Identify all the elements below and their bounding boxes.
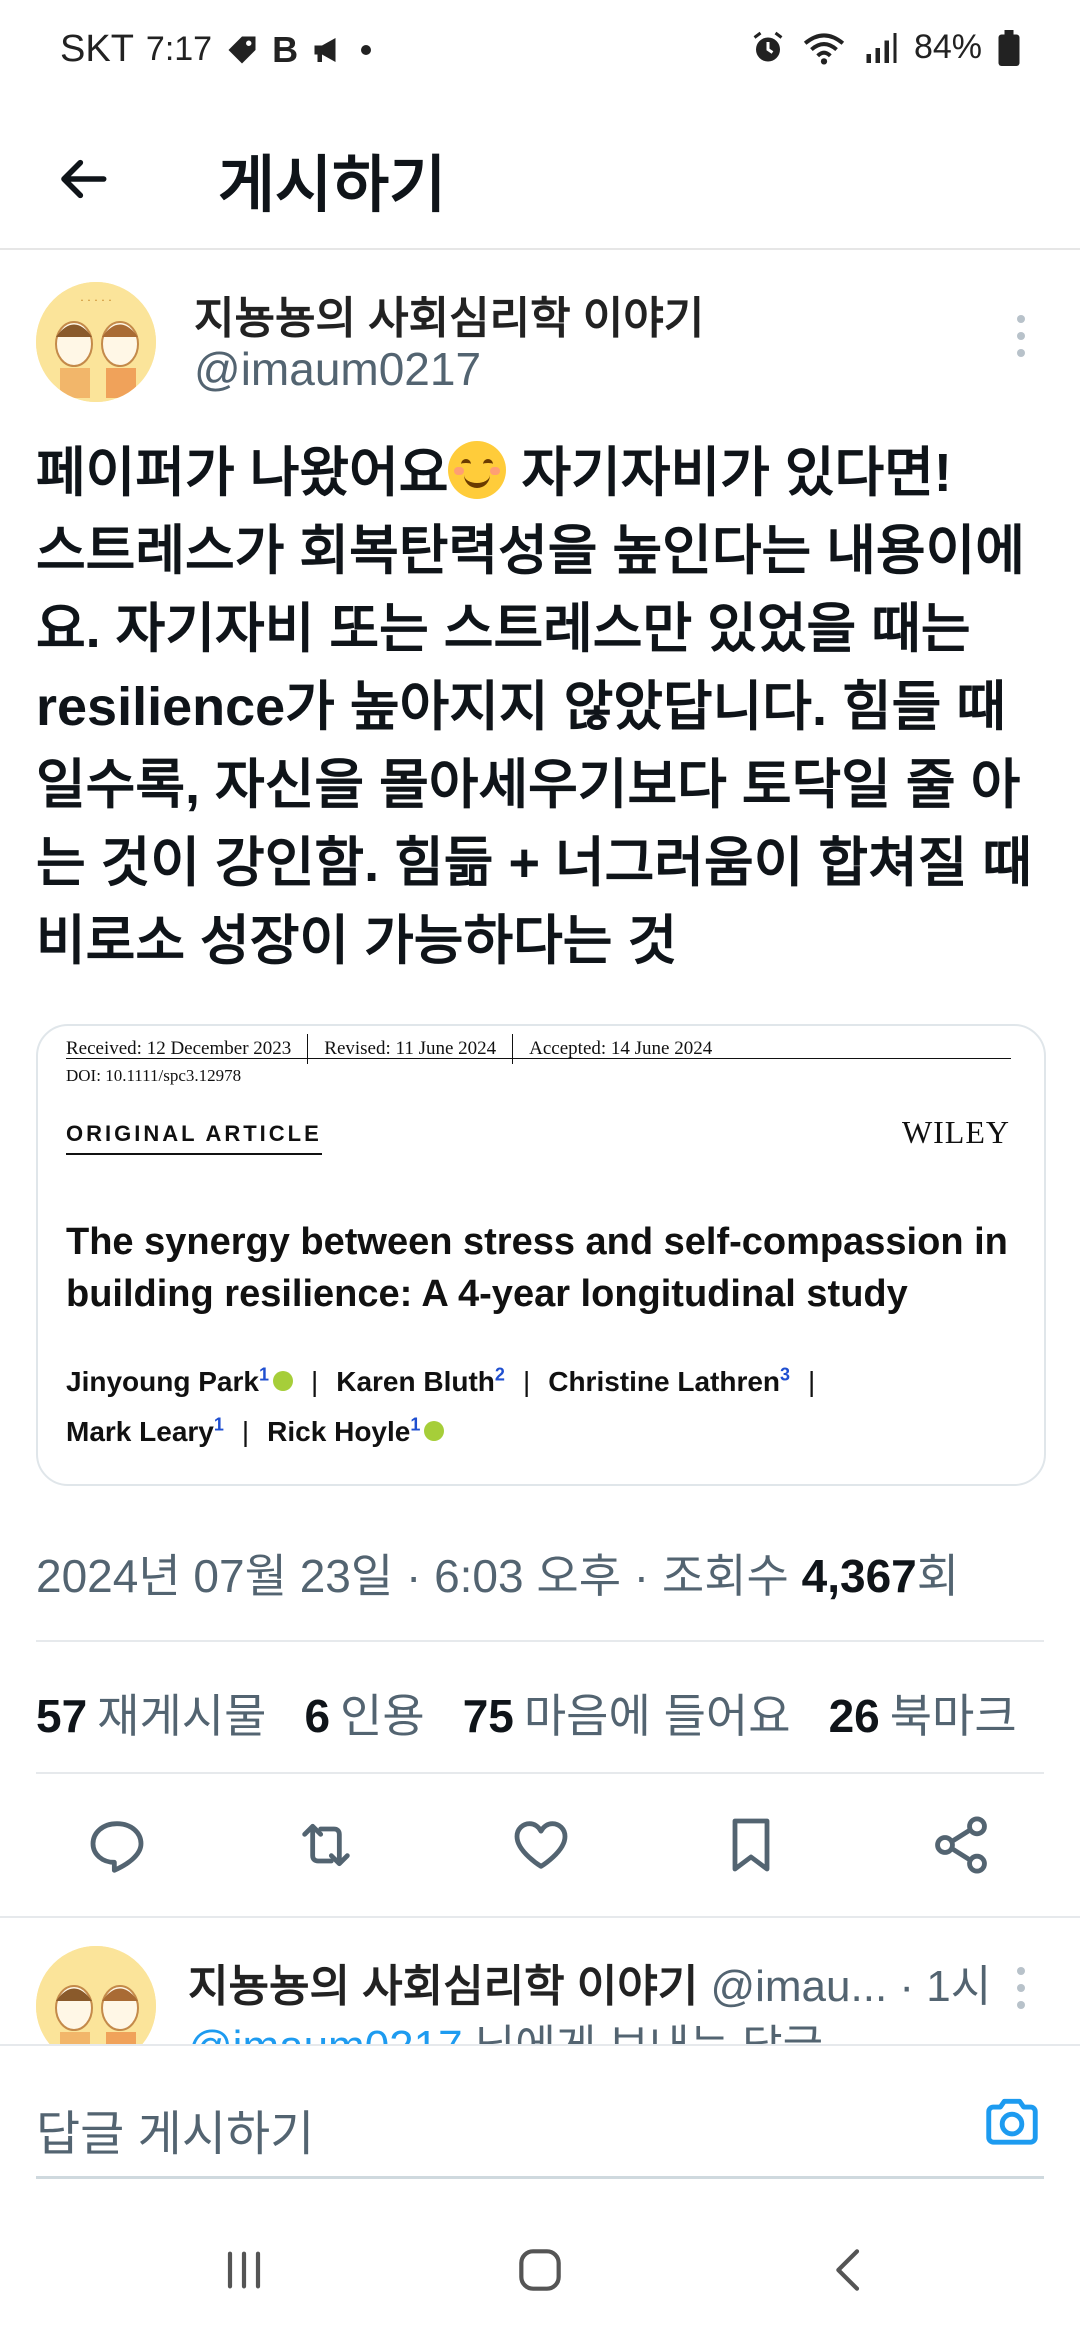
home-button[interactable] [500, 2230, 580, 2310]
clock: 7:17 [145, 30, 213, 68]
paper-author: Mark Leary1 [66, 1414, 224, 1447]
post-text: 페이퍼가 나왔어요 자기자비가 있다면! 스트레스가 회복탄력성을 높인다는 내… [36, 434, 1046, 980]
share-icon [935, 1816, 987, 1874]
more-options-button[interactable] [996, 306, 1046, 366]
repost-icon [302, 1823, 350, 1867]
paper-author: Jinyoung Park1 [66, 1365, 293, 1397]
reply-button[interactable] [72, 1800, 162, 1890]
accepted-date: Accepted: 14 June 2024 [529, 1038, 713, 1059]
paper-authors: Jinyoung Park1 | Karen Bluth2 | Christine La… [66, 1365, 816, 1447]
paper-doi: DOI: 10.1111/spc3.12978 [66, 1066, 242, 1085]
paper-author: Karen Bluth2 [336, 1365, 505, 1398]
smiling-face-emoji [448, 441, 507, 499]
author-name[interactable]: 지뇽뇽의 사회심리학 이야기 [194, 282, 704, 346]
wifi-icon [802, 30, 846, 66]
revised-date: Revised: 11 June 2024 [308, 1034, 514, 1064]
more-vertical-icon [1017, 315, 1025, 357]
reply-author-name: 지뇽뇽의 사회심리학 이야기 [188, 1962, 699, 2011]
like-icon [514, 1821, 568, 1869]
orcid-icon [424, 1420, 445, 1441]
reply-icon [90, 1821, 144, 1873]
compose-underline [36, 2176, 1044, 2179]
author-handle[interactable]: @imaum0217 [194, 342, 481, 396]
bookmark-icon [732, 1818, 770, 1872]
engagement-stats: 57 재게시물 6 인용 75 마음에 들어요 26 북마크 [36, 1680, 1055, 1746]
stat-reposts[interactable]: 57 재게시물 [36, 1680, 266, 1746]
stat-bookmarks[interactable]: 26 북마크 [829, 1680, 1017, 1746]
battery-icon [998, 29, 1020, 66]
camera-icon [986, 2098, 1038, 2145]
top-app-bar: 게시하기 [0, 100, 1080, 250]
action-bar [36, 1800, 1044, 1890]
tag-icon [224, 32, 260, 68]
paper-author: Christine Lathren3 [548, 1365, 791, 1398]
paper-rule [66, 1058, 1011, 1059]
avatar[interactable]: · · · · · [36, 282, 156, 402]
view-count: 4,367 [801, 1550, 917, 1602]
more-vertical-icon [1017, 1967, 1025, 2009]
stat-likes[interactable]: 75 마음에 들어요 [463, 1680, 791, 1746]
dot-icon [358, 42, 374, 58]
recent-apps-icon [227, 2251, 261, 2289]
reply-more-button[interactable] [996, 1958, 1046, 2018]
orcid-icon [272, 1371, 293, 1392]
divider [0, 1916, 1080, 1918]
arrow-left-icon [61, 159, 107, 199]
reply-header[interactable]: 지뇽뇽의 사회심리학 이야기 @imau... · 1시 [188, 1950, 988, 2014]
like-button[interactable] [496, 1800, 586, 1890]
divider [36, 1772, 1044, 1774]
publisher-logo: WILEY [901, 1114, 1010, 1150]
paper-dates: Received: 12 December 2023 Revised: 11 J… [66, 1034, 728, 1064]
battery-label: 84% [913, 28, 982, 66]
share-button[interactable] [916, 1800, 1006, 1890]
reply-input[interactable]: 답글 게시하기 [36, 2094, 314, 2164]
carrier-label: SKT [60, 28, 134, 70]
received-date: Received: 12 December 2023 [66, 1034, 309, 1064]
recent-apps-button[interactable] [204, 2230, 284, 2310]
paper-kind: ORIGINAL ARTICLE [66, 1121, 322, 1155]
reply-time: · 1시 [899, 1962, 988, 2011]
b-app-icon: B [272, 28, 299, 70]
megaphone-icon [310, 32, 346, 68]
reply-compose-bar[interactable]: 답글 게시하기 [0, 2044, 1080, 2176]
camera-button[interactable] [980, 2090, 1044, 2154]
svg-text:· · · · ·: · · · · · [80, 294, 111, 307]
nav-back-button[interactable] [810, 2230, 890, 2310]
page-title: 게시하기 [218, 151, 447, 220]
home-icon [519, 2249, 561, 2291]
repost-button[interactable] [281, 1800, 371, 1890]
paper-title: The synergy between stress and self-comp… [66, 1221, 1008, 1315]
status-bar: SKT 7:17 B 84% [0, 0, 1080, 100]
post-timestamp: 2024년 07월 23일 · 6:03 오후 · 조회수 4,367회 [36, 1550, 960, 1602]
alarm-icon [750, 30, 786, 66]
back-button[interactable] [40, 134, 130, 224]
paper-author: Rick Hoyle1 [267, 1414, 445, 1447]
signal-icon [862, 30, 898, 66]
paper-image-card[interactable]: Received: 12 December 2023 Revised: 11 J… [36, 1024, 1046, 1486]
back-icon [836, 2249, 860, 2291]
post-text-part-2: 자기자비가 있다면! 스트레스가 회복탄력성을 높인다는 내용이에요. 자기자비… [36, 443, 1033, 971]
system-nav-bar [0, 2190, 1080, 2340]
bookmark-button[interactable] [706, 1800, 796, 1890]
reply-author-handle: @imau... [710, 1962, 888, 2011]
stat-quotes[interactable]: 6 인용 [304, 1680, 424, 1746]
divider [36, 1640, 1044, 1642]
post-text-part-1: 페이퍼가 나왔어요 [36, 443, 449, 503]
